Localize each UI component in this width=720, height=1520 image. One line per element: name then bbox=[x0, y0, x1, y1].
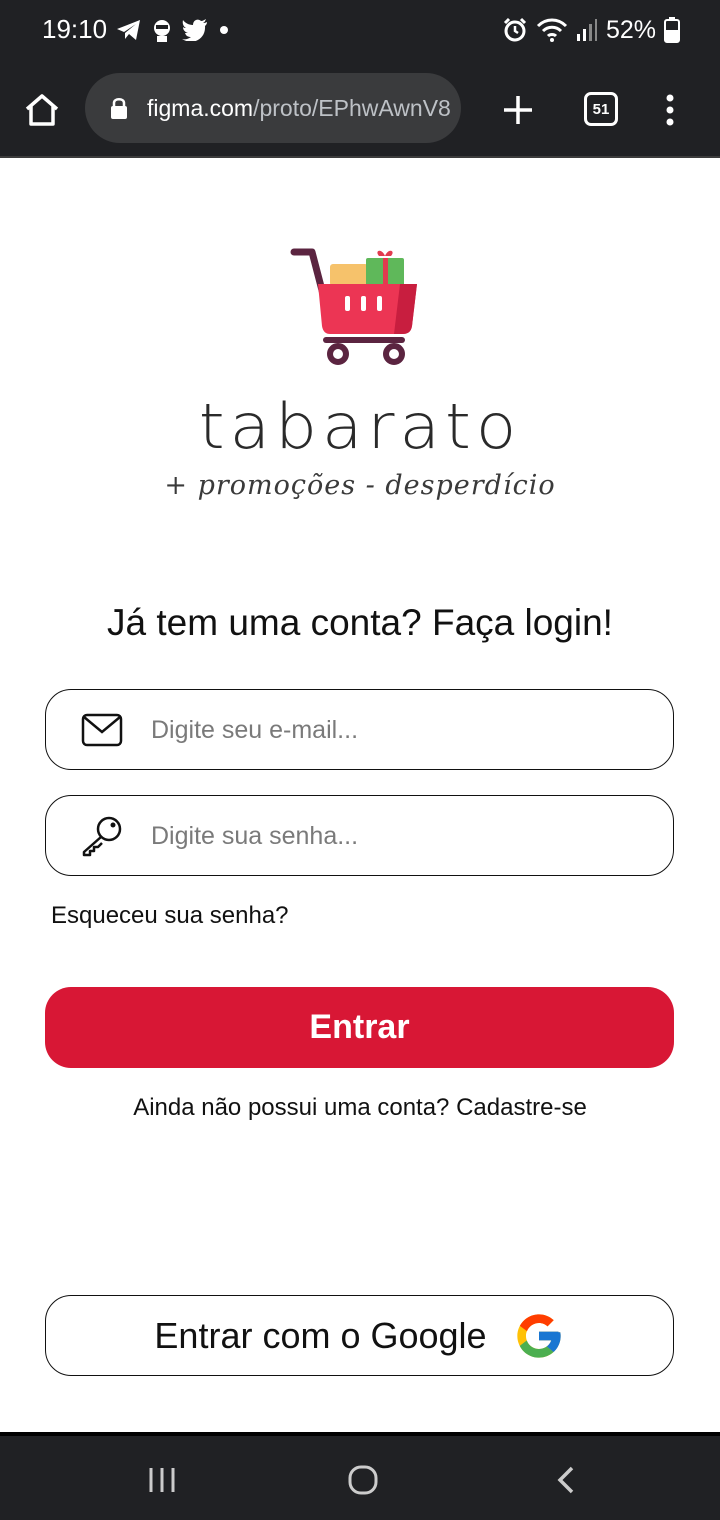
url-text: figma.com/proto/EPhwAwnV8 bbox=[147, 95, 451, 122]
back-button[interactable] bbox=[548, 1460, 584, 1500]
forgot-password-link[interactable]: Esqueceu sua senha? bbox=[51, 902, 289, 930]
lock-icon bbox=[109, 95, 129, 121]
status-bar: 19:10 52% bbox=[0, 0, 720, 60]
mail-icon bbox=[80, 708, 124, 752]
notification-icons bbox=[116, 14, 230, 46]
battery-percent: 52% bbox=[605, 15, 656, 44]
wifi-icon bbox=[536, 18, 568, 42]
brand-tagline: + promoções - desperdício bbox=[164, 470, 556, 501]
page-title: Já tem uma conta? Faça login! bbox=[107, 602, 613, 643]
system-navigation-bar bbox=[0, 1432, 720, 1520]
email-input[interactable] bbox=[151, 702, 651, 758]
google-login-button[interactable]: Entrar com o Google bbox=[45, 1295, 674, 1376]
browser-toolbar: figma.com/proto/EPhwAwnV8 51 bbox=[0, 60, 720, 158]
signup-link[interactable]: Cadastre-se bbox=[456, 1094, 587, 1121]
url-domain: figma.com bbox=[147, 94, 254, 121]
recents-icon bbox=[149, 1468, 175, 1492]
dot-icon bbox=[220, 26, 228, 34]
twitter-icon bbox=[182, 19, 207, 41]
password-field[interactable] bbox=[45, 795, 674, 876]
status-time: 19:10 bbox=[42, 14, 108, 44]
agent-icon bbox=[154, 20, 170, 42]
address-bar[interactable]: figma.com/proto/EPhwAwnV8 bbox=[85, 73, 461, 143]
google-login-label: Entrar com o Google bbox=[154, 1314, 487, 1356]
tab-switcher-button[interactable]: 51 bbox=[584, 92, 618, 126]
home-button[interactable] bbox=[20, 88, 64, 132]
shopping-cart-logo-icon bbox=[290, 248, 417, 365]
google-icon bbox=[516, 1313, 561, 1358]
battery-icon bbox=[664, 17, 680, 43]
more-vert-icon bbox=[666, 94, 674, 126]
url-path: /proto/EPhwAwnV8 bbox=[253, 94, 451, 121]
recents-button[interactable] bbox=[144, 1460, 180, 1500]
home-icon bbox=[25, 94, 59, 126]
back-chevron-icon bbox=[557, 1466, 574, 1494]
signup-prompt: Ainda não possui uma conta? Cadastre-se bbox=[0, 1094, 720, 1122]
email-field[interactable] bbox=[45, 689, 674, 770]
alarm-icon bbox=[503, 17, 527, 42]
home-nav-button[interactable] bbox=[343, 1460, 383, 1500]
password-input[interactable] bbox=[151, 808, 651, 864]
new-tab-button[interactable] bbox=[496, 88, 540, 132]
login-button[interactable]: Entrar bbox=[45, 987, 674, 1068]
brand-wordmark: tabarato bbox=[198, 389, 522, 464]
home-circle-icon bbox=[348, 1465, 378, 1495]
browser-menu-button[interactable] bbox=[652, 86, 688, 134]
signal-icon bbox=[576, 19, 597, 41]
system-status: 52% bbox=[502, 14, 680, 46]
plus-icon bbox=[504, 96, 532, 124]
telegram-icon bbox=[117, 20, 140, 40]
no-account-text: Ainda não possui uma conta? bbox=[133, 1094, 450, 1121]
key-icon bbox=[80, 814, 124, 858]
